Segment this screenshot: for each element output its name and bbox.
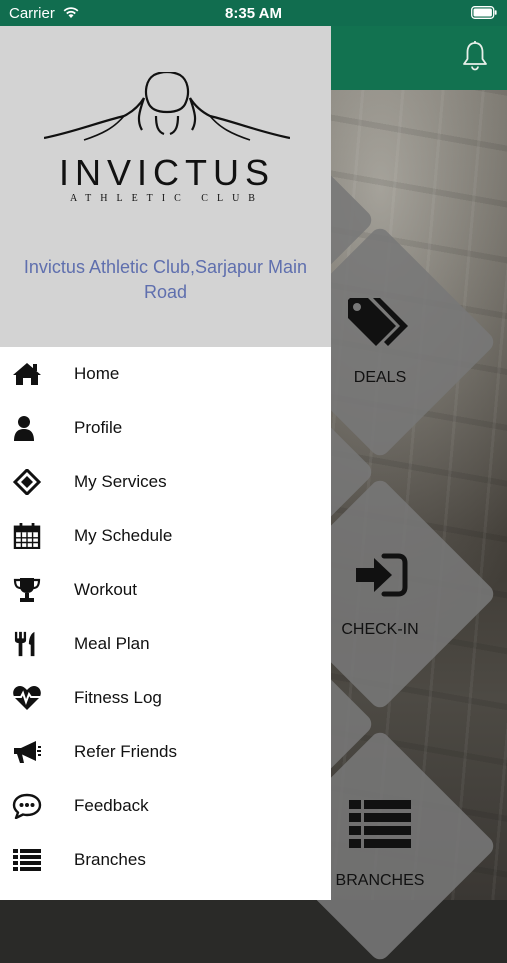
menu-label: Refer Friends xyxy=(74,742,177,761)
utensils-icon xyxy=(14,631,35,657)
user-icon xyxy=(14,416,34,441)
drawer-menu: Home Profile My Services My Schedule Wor… xyxy=(0,347,331,887)
menu-label: Workout xyxy=(74,580,137,599)
logo-tagline: ATHLETIC CLUB xyxy=(70,193,264,204)
menu-label: Branches xyxy=(74,850,146,869)
menu-label: Home xyxy=(74,364,120,383)
menu-item-feedback[interactable]: Feedback xyxy=(0,779,331,833)
club-name: Invictus Athletic Club,Sarjapur Main Roa… xyxy=(23,257,308,302)
menu-item-refer-friends[interactable]: Refer Friends xyxy=(0,725,331,779)
battery-icon xyxy=(471,6,497,19)
megaphone-icon xyxy=(14,741,41,763)
list-icon xyxy=(13,849,41,871)
menu-item-home[interactable]: Home xyxy=(0,347,331,401)
drawer-header: INVICTUS ATHLETIC CLUB Invictus Athletic… xyxy=(0,26,331,347)
menu-label: Feedback xyxy=(74,796,149,815)
chat-icon xyxy=(12,793,42,819)
menu-label: Meal Plan xyxy=(74,634,150,653)
menu-label: My Schedule xyxy=(74,526,173,545)
tags-icon xyxy=(348,298,408,346)
athlete-silhouette-icon xyxy=(44,72,290,141)
menu-item-branches[interactable]: Branches xyxy=(0,833,331,887)
menu-label: Fitness Log xyxy=(74,688,162,707)
navigation-drawer: INVICTUS ATHLETIC CLUB Invictus Athletic… xyxy=(0,26,331,900)
menu-item-workout[interactable]: Workout xyxy=(0,563,331,617)
menu-item-profile[interactable]: Profile xyxy=(0,401,331,455)
calendar-icon xyxy=(13,523,41,549)
bell-icon[interactable] xyxy=(461,40,489,72)
logo-wordmark: INVICTUS xyxy=(58,152,275,193)
menu-item-meal-plan[interactable]: Meal Plan xyxy=(0,617,331,671)
menu-label: My Services xyxy=(74,472,167,491)
list-icon xyxy=(349,800,411,848)
deals-label: DEALS xyxy=(353,369,407,386)
check-in-label: CHECK-IN xyxy=(341,621,419,638)
branches-label: BRANCHES xyxy=(335,872,425,889)
menu-label: Profile xyxy=(74,418,123,437)
menu-item-my-schedule[interactable]: My Schedule xyxy=(0,509,331,563)
menu-item-my-services[interactable]: My Services xyxy=(0,455,331,509)
trophy-icon xyxy=(13,578,41,602)
heartbeat-icon xyxy=(13,686,41,710)
home-icon xyxy=(13,363,41,385)
menu-item-fitness-log[interactable]: Fitness Log xyxy=(0,671,331,725)
sign-in-icon xyxy=(356,553,408,597)
status-bar: Carrier 8:35 AM xyxy=(0,0,507,26)
status-time: 8:35 AM xyxy=(225,5,282,22)
invictus-logo: INVICTUS ATHLETIC CLUB xyxy=(44,72,290,204)
ticket-icon xyxy=(12,469,42,495)
